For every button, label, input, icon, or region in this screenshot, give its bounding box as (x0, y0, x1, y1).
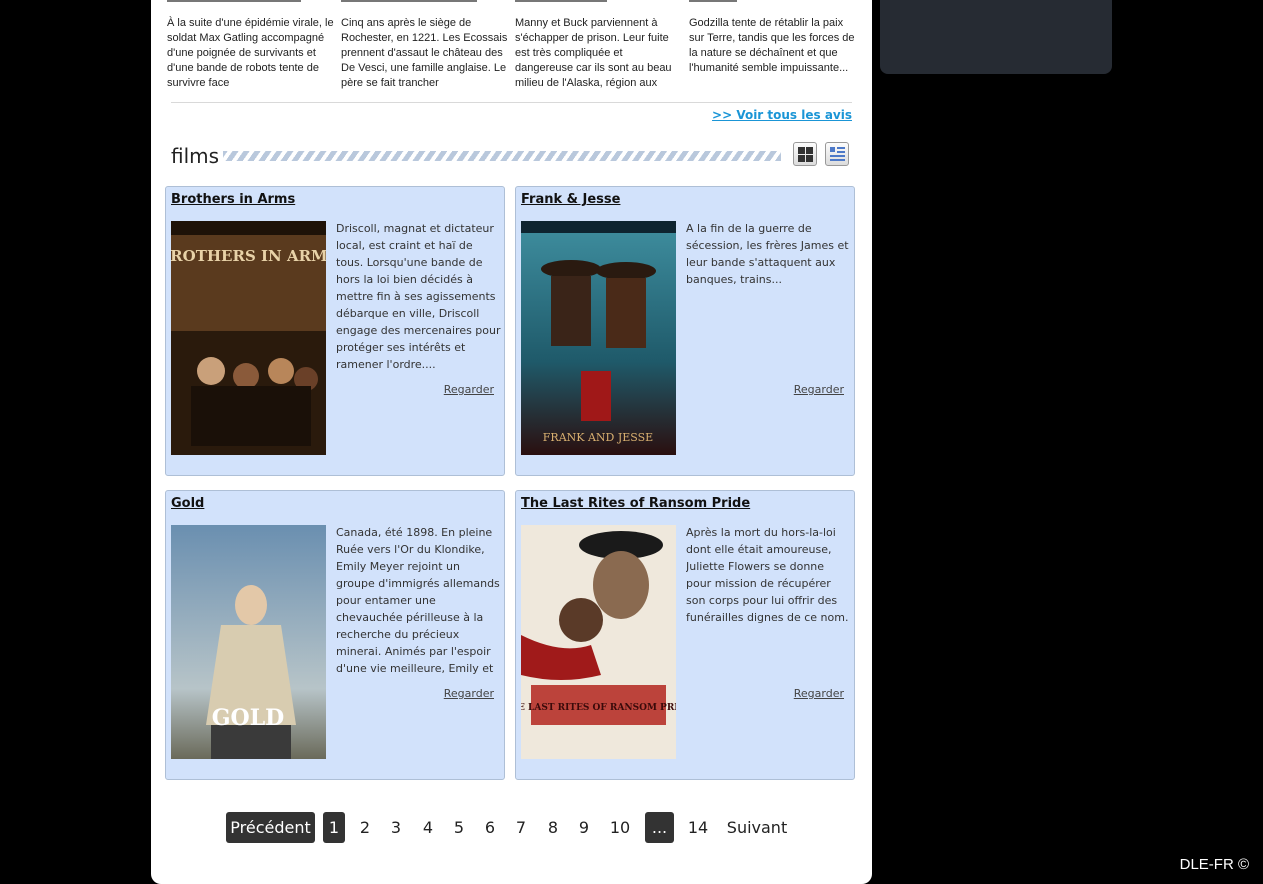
film-title-link[interactable]: Gold (171, 496, 204, 511)
review-text: Godzilla tente de rétablir la paix sur T… (689, 17, 855, 74)
review-text: À la suite d'une épidémie virale, le sol… (167, 17, 334, 89)
film-description: Canada, été 1898. En pleine Ruée vers l'… (336, 526, 500, 675)
film-card: The Last Rites of Ransom Pride THE LAST … (515, 490, 855, 780)
film-title-link[interactable]: Brothers in Arms (171, 192, 295, 207)
pagination: Précédent 1 2 3 4 5 6 7 8 9 10 ... 14 Su… (151, 812, 872, 843)
film-title-link[interactable]: The Last Rites of Ransom Pride (521, 496, 750, 511)
review-snippet[interactable]: Manny et Buck parviennent à s'échapper d… (515, 0, 683, 92)
poster-title: THE LAST RITES OF RANSOM PRIDE (521, 703, 676, 713)
film-description: Après la mort du hors-la-loi dont elle é… (686, 526, 849, 624)
watch-link[interactable]: Regarder (794, 383, 844, 396)
review-snippet[interactable]: Godzilla tente de rétablir la paix sur T… (689, 0, 857, 92)
page-link[interactable]: 3 (386, 812, 406, 843)
review-snippet[interactable]: Cinq ans après le siège de Rochester, en… (341, 0, 509, 92)
watch-link[interactable]: Regarder (444, 383, 494, 396)
divider (171, 102, 852, 103)
film-poster[interactable]: GOLD (171, 525, 326, 759)
list-view-icon[interactable] (825, 142, 849, 166)
watch-link[interactable]: Regarder (444, 687, 494, 700)
poster-title: BROTHERS IN ARMS (171, 247, 326, 265)
sidebar-box (880, 0, 1112, 74)
page-link[interactable]: 5 (449, 812, 469, 843)
review-image-edge (167, 0, 301, 2)
film-poster[interactable]: THE LAST RITES OF RANSOM PRIDE (521, 525, 676, 759)
review-image-edge (515, 0, 607, 2)
page-link[interactable]: 14 (686, 812, 710, 843)
section-title-stripes (223, 151, 781, 161)
next-page-button[interactable]: Suivant (726, 812, 788, 843)
film-description: A la fin de la guerre de sécession, les … (686, 222, 849, 286)
page-ellipsis: ... (645, 812, 674, 843)
all-reviews-link[interactable]: >> Voir tous les avis (712, 108, 852, 122)
page-link-current[interactable]: 1 (323, 812, 345, 843)
watch-link[interactable]: Regarder (794, 687, 844, 700)
review-image-edge (341, 0, 477, 2)
review-text: Manny et Buck parviennent à s'échapper d… (515, 17, 672, 89)
page-link[interactable]: 8 (543, 812, 563, 843)
poster-title: FRANK AND JESSE (543, 431, 653, 444)
main-content-panel: À la suite d'une épidémie virale, le sol… (151, 0, 872, 884)
poster-title: GOLD (212, 705, 285, 731)
page-link[interactable]: 2 (355, 812, 375, 843)
film-title-link[interactable]: Frank & Jesse (521, 192, 620, 207)
film-description: Driscoll, magnat et dictateur local, est… (336, 222, 501, 371)
film-card: Brothers in Arms BROTHERS IN ARMS Drisco… (165, 186, 505, 476)
film-poster[interactable]: FRANK AND JESSE (521, 221, 676, 455)
page-link[interactable]: 9 (574, 812, 594, 843)
footer-copyright: DLE-FR © (1179, 856, 1249, 873)
page-link[interactable]: 7 (511, 812, 531, 843)
film-card: Frank & Jesse FRANK AND JESSE A la fin d… (515, 186, 855, 476)
previous-page-button[interactable]: Précédent (226, 812, 315, 843)
page-link[interactable]: 6 (480, 812, 500, 843)
film-poster[interactable]: BROTHERS IN ARMS (171, 221, 326, 455)
grid-view-icon[interactable] (793, 142, 817, 166)
review-snippet[interactable]: À la suite d'une épidémie virale, le sol… (167, 0, 335, 92)
film-card: Gold GOLD Canada, été 1898. En pleine Ru… (165, 490, 505, 780)
page-link[interactable]: 4 (418, 812, 438, 843)
section-title: films (171, 144, 220, 168)
page-link[interactable]: 10 (607, 812, 633, 843)
review-text: Cinq ans après le siège de Rochester, en… (341, 17, 508, 89)
reviews-strip: À la suite d'une épidémie virale, le sol… (167, 0, 855, 92)
review-image-edge (689, 0, 737, 2)
